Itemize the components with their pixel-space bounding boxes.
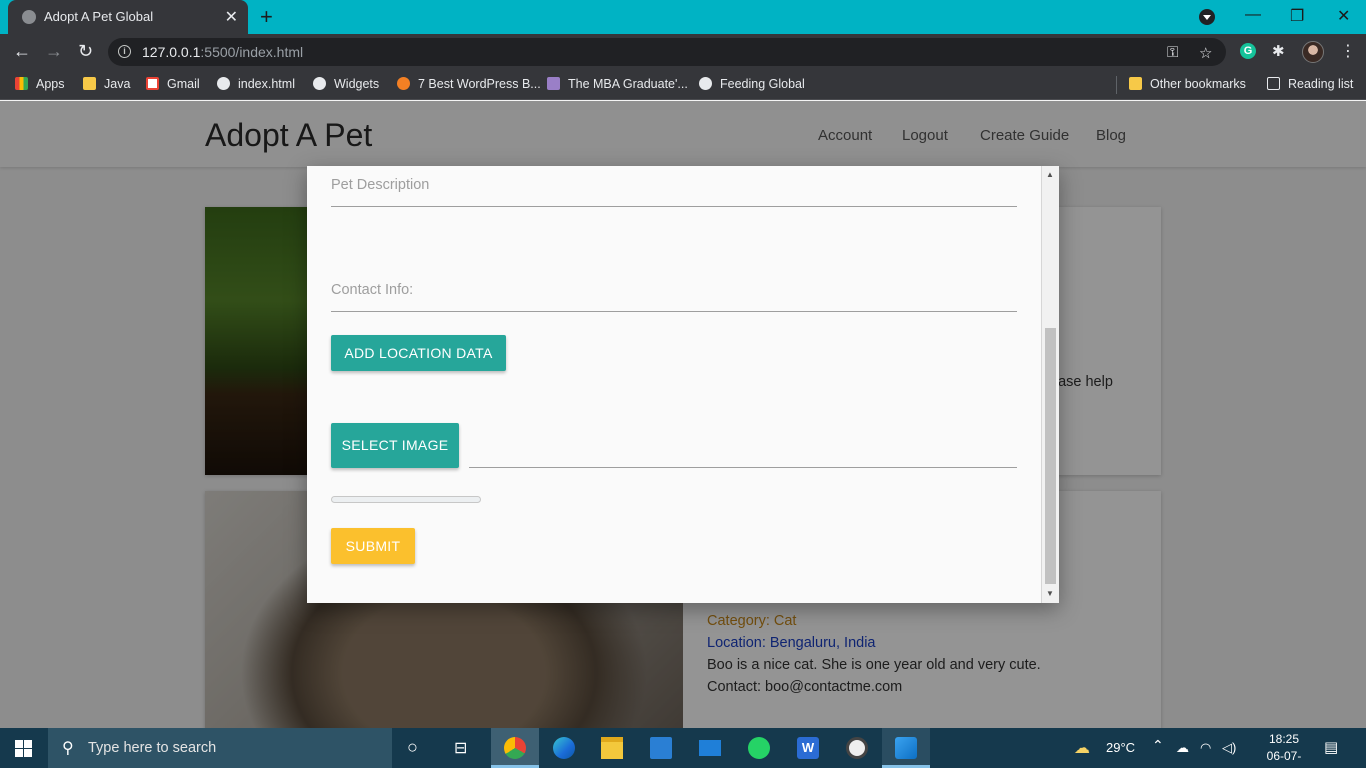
cortana-icon[interactable]: ○ — [407, 737, 418, 758]
bookmark-gmail[interactable]: Gmail — [146, 77, 200, 91]
close-tab-icon[interactable]: ✕ — [225, 7, 238, 27]
url-host: 127.0.0.1 — [142, 44, 201, 60]
taskbar-search-box[interactable]: ⚲ Type here to search — [48, 728, 392, 768]
word-icon[interactable]: W — [797, 737, 819, 759]
scroll-down-arrow-icon[interactable]: ▼ — [1046, 589, 1054, 598]
bookmarks-bar: Apps Java Gmail index.html Widgets 7 Bes… — [0, 70, 1366, 100]
restore-icon[interactable]: ❐ — [1290, 6, 1304, 26]
bookmark-label: Java — [104, 77, 131, 91]
scrollbar-thumb[interactable] — [1045, 328, 1056, 584]
reading-list-icon — [1267, 77, 1280, 90]
bookmarks-divider — [1116, 76, 1117, 94]
wordpress-icon — [397, 77, 410, 90]
clock-date: 06-07-2021 — [1266, 749, 1302, 768]
reload-icon[interactable]: ↻ — [78, 41, 93, 62]
apps-grid-icon — [15, 77, 28, 90]
wifi-icon[interactable]: ◠ — [1200, 740, 1211, 756]
site-info-icon[interactable]: i — [118, 45, 131, 58]
bookmark-label: Widgets — [334, 77, 380, 91]
pet-description-field[interactable]: Pet Description — [331, 166, 1017, 207]
bookmark-label: 7 Best WordPress B... — [418, 77, 541, 91]
notifications-icon[interactable]: ▤ — [1324, 738, 1338, 756]
gmail-icon — [146, 77, 159, 90]
vscode-icon[interactable] — [895, 737, 917, 759]
store-icon[interactable] — [650, 737, 672, 759]
bookmark-java[interactable]: Java — [83, 77, 130, 91]
url-path: :5500/index.html — [200, 44, 304, 60]
bookmark-star-icon[interactable]: ☆ — [1199, 44, 1212, 62]
task-view-icon[interactable]: ⊟ — [454, 738, 467, 758]
clock-time: 18:25 — [1268, 732, 1300, 746]
edge-icon[interactable] — [553, 737, 575, 759]
bookmark-apps[interactable]: Apps — [15, 77, 65, 91]
onedrive-icon[interactable]: ☁ — [1176, 740, 1189, 756]
weather-icon[interactable]: ☁ — [1074, 738, 1090, 758]
select-image-button[interactable]: SELECT IMAGE — [331, 423, 459, 468]
upload-progress-bar — [331, 496, 481, 503]
globe-icon — [699, 77, 712, 90]
create-guide-modal: Pet Description Contact Info: ADD LOCATI… — [307, 166, 1059, 603]
globe-icon — [313, 77, 326, 90]
chrome-icon[interactable] — [504, 737, 526, 759]
bookmark-label: Feeding Global — [720, 77, 805, 91]
browser-tab-bar: Adopt A Pet Global ✕ + — ❐ ✕ — [0, 0, 1366, 34]
scroll-up-arrow-icon[interactable]: ▲ — [1046, 170, 1054, 179]
minimize-icon[interactable]: — — [1245, 6, 1261, 24]
tab-search-icon[interactable] — [1199, 9, 1215, 25]
image-file-path-input[interactable] — [469, 432, 1017, 468]
browser-tab-active[interactable]: Adopt A Pet Global ✕ — [8, 0, 248, 34]
add-location-button[interactable]: ADD LOCATION DATA — [331, 335, 506, 371]
bookmark-label: index.html — [238, 77, 295, 91]
pet-description-label: Pet Description — [331, 177, 430, 193]
system-clock[interactable]: 18:25 06-07-2021 — [1258, 731, 1310, 768]
contact-info-label: Contact Info: — [331, 282, 414, 298]
bookmark-wordpress[interactable]: 7 Best WordPress B... — [397, 77, 541, 91]
chevron-up-icon[interactable]: ⌃ — [1152, 737, 1164, 754]
bookmark-label: Other bookmarks — [1150, 77, 1246, 91]
search-placeholder: Type here to search — [88, 740, 217, 756]
file-explorer-icon[interactable] — [601, 737, 623, 759]
window-close-icon[interactable]: ✕ — [1337, 6, 1350, 26]
windows-start-icon[interactable] — [15, 740, 32, 757]
browser-menu-icon[interactable]: ⋮ — [1340, 41, 1356, 61]
url-text[interactable]: 127.0.0.1:5500/index.html — [142, 44, 303, 60]
clock-app-icon[interactable] — [846, 737, 868, 759]
back-icon[interactable]: ← — [13, 41, 31, 62]
temperature[interactable]: 29°C — [1106, 740, 1135, 755]
tab-title: Adopt A Pet Global — [44, 9, 154, 24]
address-bar[interactable]: i 127.0.0.1:5500/index.html ⚿ ☆ — [108, 38, 1226, 66]
bookmark-widgets[interactable]: Widgets — [313, 77, 379, 91]
folder-icon — [83, 77, 96, 90]
submit-button[interactable]: SUBMIT — [331, 528, 415, 564]
whatsapp-icon[interactable] — [748, 737, 770, 759]
search-icon: ⚲ — [62, 740, 74, 757]
windows-taskbar: ⚲ Type here to search ○ ⊟ W ☁ 29°C ⌃ ☁ ◠… — [0, 728, 1366, 768]
forward-icon[interactable]: → — [45, 41, 63, 62]
bookmark-label: Apps — [36, 77, 65, 91]
browser-toolbar: ← → ↻ i 127.0.0.1:5500/index.html ⚿ ☆ — [0, 34, 1366, 70]
bookmark-mba[interactable]: The MBA Graduate'... — [547, 77, 688, 91]
globe-icon — [217, 77, 230, 90]
bookmark-label: Gmail — [167, 77, 200, 91]
grammarly-extension-icon[interactable]: G — [1240, 43, 1256, 59]
mail-icon[interactable] — [699, 740, 721, 756]
other-bookmarks[interactable]: Other bookmarks — [1129, 77, 1246, 91]
bookmark-index[interactable]: index.html — [217, 77, 295, 91]
extensions-puzzle-icon[interactable]: ✱ — [1272, 42, 1285, 60]
bookmark-label: Reading list — [1288, 77, 1354, 91]
globe-icon — [22, 10, 36, 24]
reading-list[interactable]: Reading list — [1267, 77, 1353, 91]
new-tab-button[interactable]: + — [260, 4, 273, 30]
bookmark-label: The MBA Graduate'... — [568, 77, 688, 91]
modal-scrollbar[interactable]: ▲ ▼ — [1041, 166, 1059, 603]
key-icon[interactable]: ⚿ — [1167, 44, 1178, 61]
volume-icon[interactable]: ◁) — [1222, 740, 1236, 756]
folder-icon — [1129, 77, 1142, 90]
contact-info-field[interactable]: Contact Info: — [331, 272, 1017, 312]
bookmark-feeding-global[interactable]: Feeding Global — [699, 77, 805, 91]
site-icon — [547, 77, 560, 90]
profile-avatar[interactable] — [1302, 41, 1324, 63]
